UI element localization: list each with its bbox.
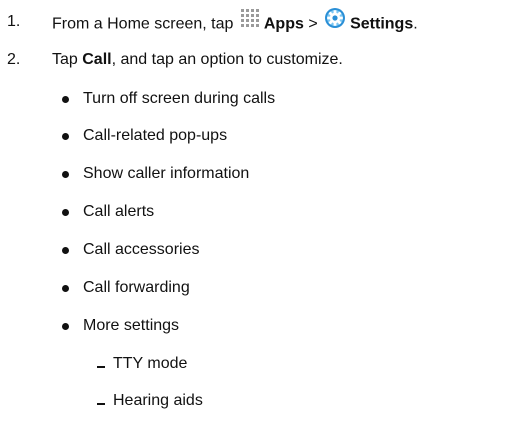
apps-label: Apps [263, 15, 304, 33]
bullet-icon [62, 171, 69, 178]
step-1-period: . [413, 15, 418, 33]
step-number: 2. [7, 51, 21, 68]
option-label: More settings [83, 317, 180, 334]
bullet-icon [62, 209, 69, 216]
option-label: Call-related pop-ups [83, 127, 228, 144]
sub-option-label: Hearing aids [113, 392, 203, 409]
option-label: Call accessories [83, 241, 200, 258]
bullet-icon [62, 247, 69, 254]
step-2-intro: Tap [52, 51, 78, 68]
dash-icon [97, 403, 105, 405]
step-1-intro: From a Home screen, tap [52, 15, 234, 33]
instructions-document: 1. From a Home screen, tap Apps > Settin… [0, 0, 511, 427]
bullet-icon [62, 133, 69, 140]
call-label: Call [82, 51, 112, 68]
option-label: Turn off screen during calls [83, 90, 276, 107]
apps-grid-icon [240, 8, 260, 37]
dash-icon [97, 366, 105, 368]
sub-option-label: TTY mode [113, 355, 188, 372]
settings-gear-icon [324, 7, 346, 38]
option-label: Call forwarding [83, 279, 190, 296]
step-text: From a Home screen, tap Apps > Settings. [52, 7, 418, 40]
path-separator: > [308, 15, 318, 33]
option-label: Show caller information [83, 165, 250, 182]
step-number: 1. [7, 13, 21, 30]
settings-label: Settings [350, 15, 414, 33]
step-text: Tap Call, and tap an option to customize… [52, 47, 343, 73]
step-2-rest: , and tap an option to customize. [111, 51, 343, 68]
bullet-icon [62, 96, 69, 103]
bullet-icon [62, 285, 69, 292]
bullet-icon [62, 323, 69, 330]
option-label: Call alerts [83, 203, 155, 220]
